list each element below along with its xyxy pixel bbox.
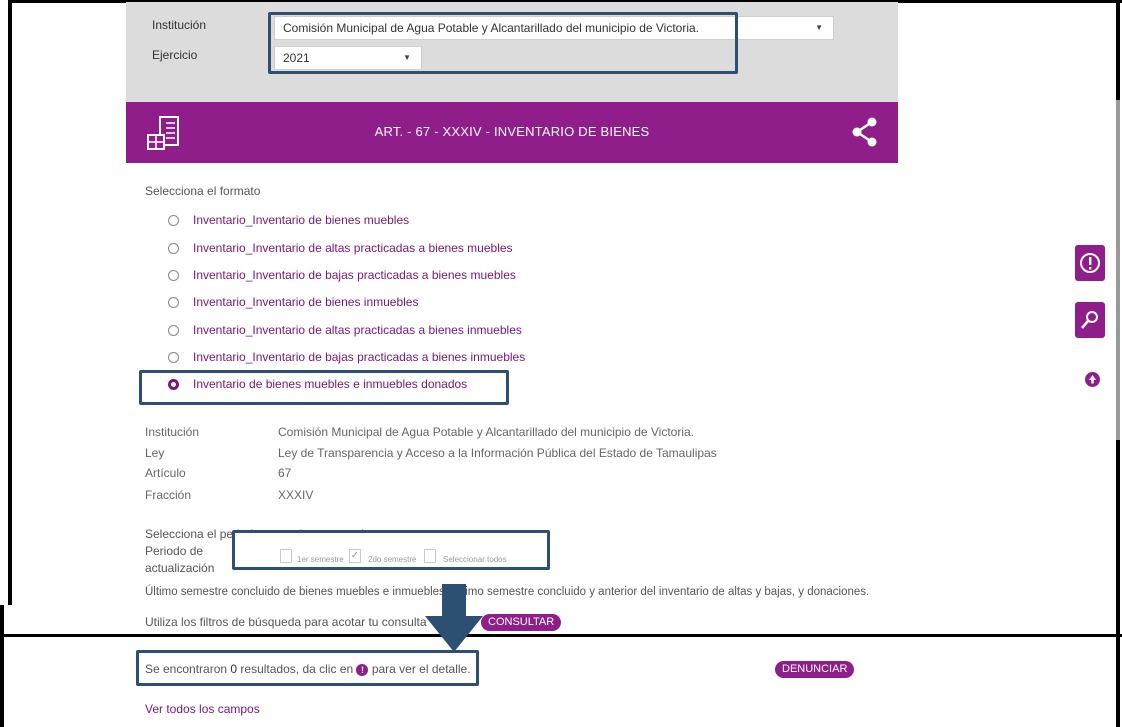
arrow-down-icon [425,584,483,652]
radio-button[interactable] [168,269,179,281]
format-option[interactable]: Inventario_Inventario de bajas practicad… [168,350,525,364]
info-articulo-value: 67 [278,466,292,480]
format-option-label: Inventario_Inventario de altas practicad… [193,323,522,337]
format-option-label: Inventario_Inventario de bienes inmueble… [193,295,419,309]
tools-button[interactable] [1075,302,1105,338]
radio-button[interactable] [168,214,179,226]
ejercicio-filter-label: Ejercicio [152,48,198,62]
checkbox-label: Seleccionar todos [443,555,507,564]
format-option-label: Inventario_Inventario de altas practicad… [193,241,513,255]
checkbox-1er-semestre[interactable] [280,549,292,563]
frame-left [8,0,12,605]
alert-icon [1080,253,1100,273]
format-option-label: Inventario_Inventario de bajas practicad… [193,350,526,364]
ver-todos-link[interactable]: Ver todos los campos [145,702,260,716]
checkbox-label: 1er semestre [297,555,344,564]
chevron-down-icon: ▼ [815,23,823,32]
scrollbar-thumb[interactable] [1116,100,1120,440]
highlight-box [268,12,738,74]
page-title: ART. - 67 - XXXIV - INVENTARIO DE BIENES [374,124,650,139]
highlight-box [136,650,479,686]
info-ley-value: Ley de Transparencia y Acceso a la Infor… [278,446,717,460]
checkbox-label: 2do semestre [368,555,417,564]
search-hint: Utiliza los filtros de búsqueda para aco… [145,615,427,629]
consultar-button[interactable]: CONSULTAR [481,614,562,631]
arrow-up-icon [1089,375,1096,384]
periodo-label-line2: actualización [145,561,215,575]
info-institucion-value: Comisión Municipal de Agua Potable y Alc… [278,425,695,439]
periodo-note: Último semestre concluido de bienes mueb… [145,586,870,598]
institucion-filter-label: Institución [152,18,207,32]
frame-right-lower [1116,637,1120,727]
alert-button[interactable] [1075,245,1105,281]
formato-label: Selecciona el formato [145,184,261,198]
frame-left-lower [0,605,4,727]
radio-button[interactable] [168,296,179,308]
wrench-icon [1081,311,1098,329]
denunciar-button[interactable]: DENUNCIAR [775,661,855,678]
checkbox-2do-semestre[interactable]: ✓ [349,549,361,563]
info-fraccion-value: XXXIV [278,488,314,502]
section-header: ART. - 67 - XXXIV - INVENTARIO DE BIENES [126,102,898,163]
highlight-box [139,370,509,405]
radio-button[interactable] [168,351,179,363]
radio-button[interactable] [168,324,179,336]
format-option[interactable]: Inventario_Inventario de bajas practicad… [168,268,516,282]
info-articulo-label: Artículo [145,466,186,480]
periodo-label-line1: Periodo de [145,544,204,558]
info-ley-label: Ley [145,446,165,460]
checkbox-seleccionar-todos[interactable] [424,549,436,563]
info-institucion-label: Institución [145,425,200,439]
format-option[interactable]: Inventario_Inventario de altas practicad… [168,241,513,255]
scroll-top-button[interactable] [1085,372,1100,387]
format-option-label: Inventario_Inventario de bienes muebles [193,213,410,227]
frame-mid-top [0,634,1122,637]
radio-button[interactable] [168,242,179,254]
format-option[interactable]: Inventario_Inventario de bienes inmueble… [168,295,418,309]
format-option[interactable]: Inventario_Inventario de altas practicad… [168,323,522,337]
format-option[interactable]: Inventario_Inventario de bienes muebles [168,213,409,227]
format-option-label: Inventario_Inventario de bajas practicad… [193,268,516,282]
share-icon[interactable] [852,117,878,147]
info-fraccion-label: Fracción [145,488,192,502]
